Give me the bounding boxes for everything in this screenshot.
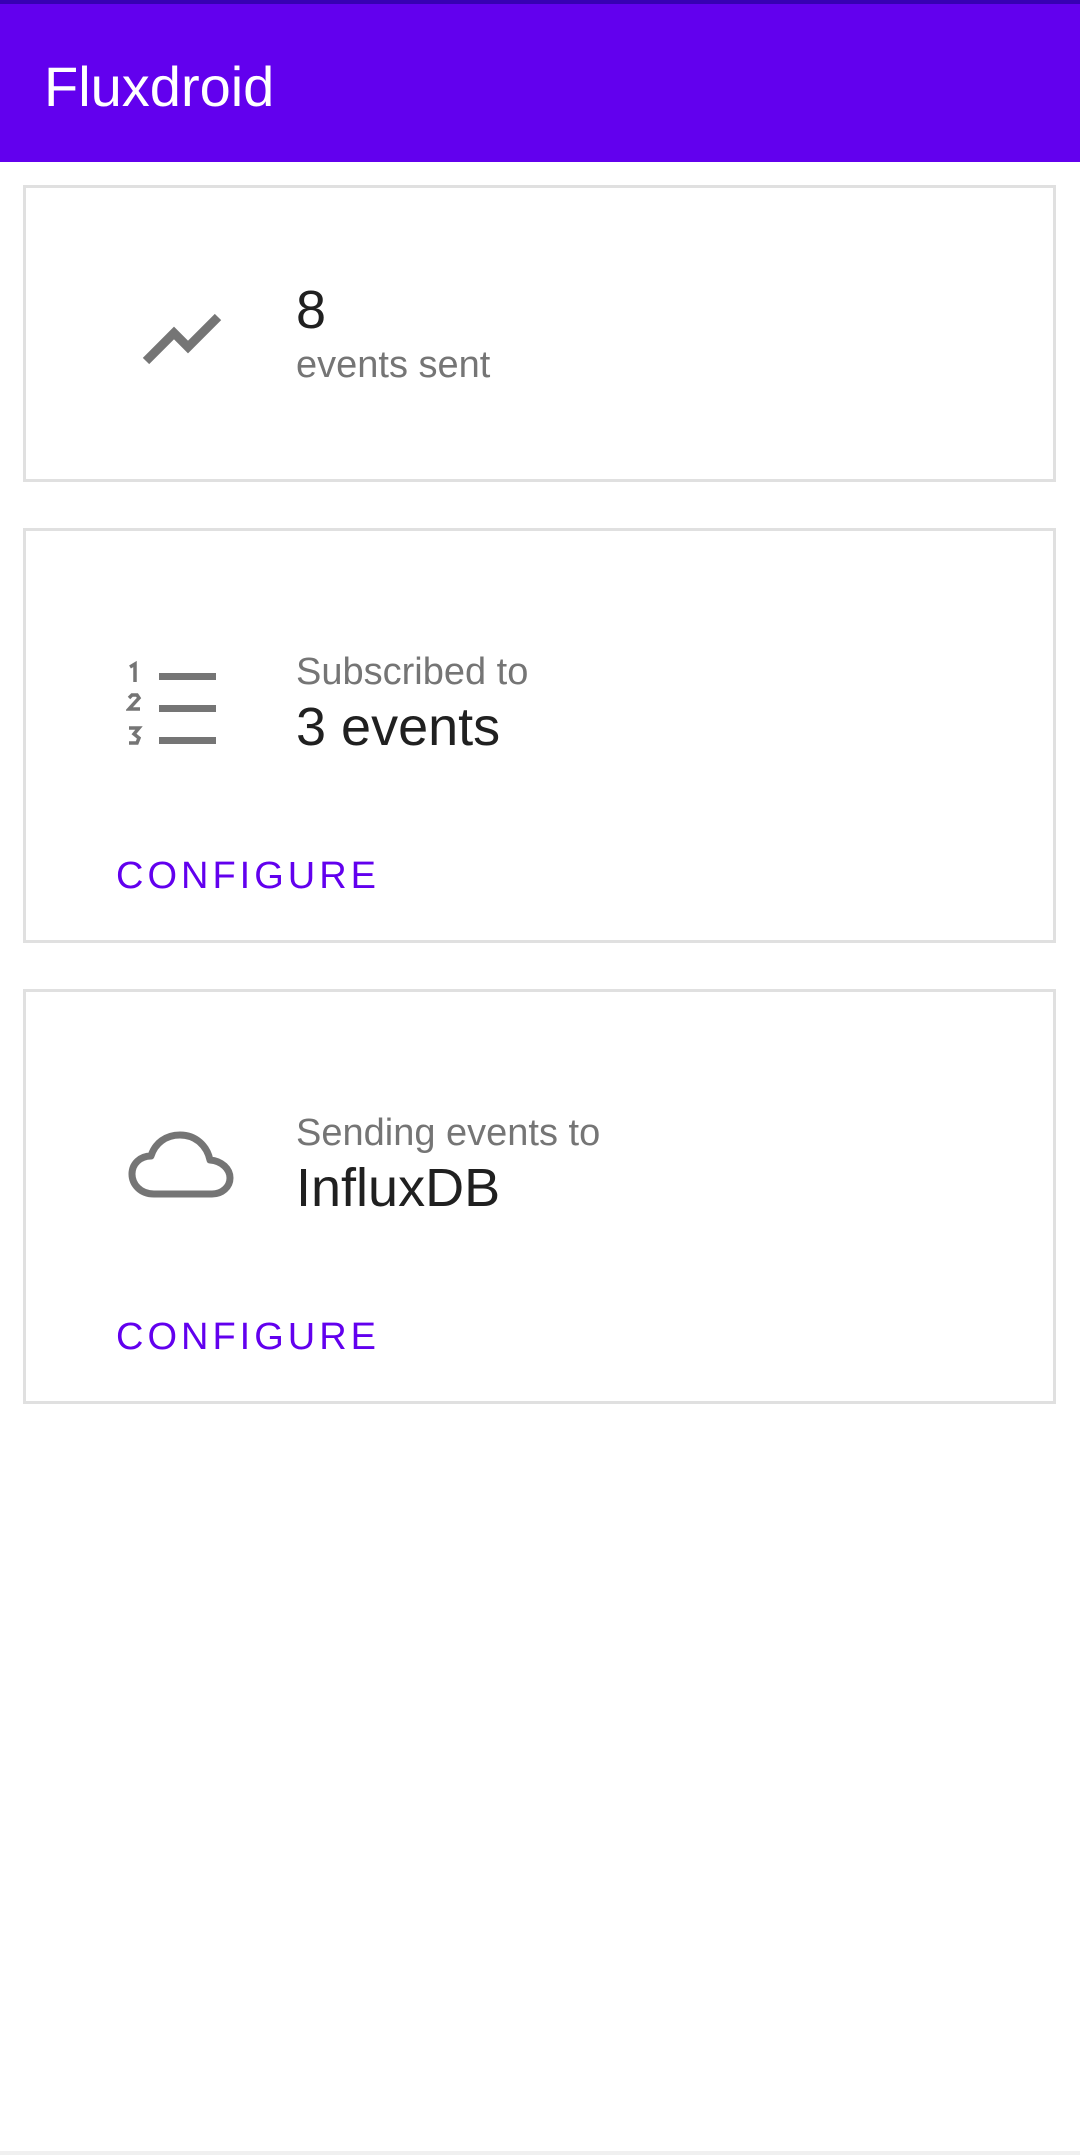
subscribed-caption: Subscribed to [296, 651, 529, 693]
subscriptions-card: Subscribed to 3 events CONFIGURE [23, 528, 1056, 943]
events-sent-count: 8 [296, 280, 327, 340]
subscribed-value: 3 events [296, 697, 501, 757]
configure-destination-button[interactable]: CONFIGURE [116, 1314, 380, 1360]
cloud-icon [126, 1112, 236, 1222]
app-title: Fluxdroid [44, 55, 275, 118]
destination-card: Sending events to InfluxDB CONFIGURE [23, 989, 1056, 1404]
destination-value: InfluxDB [296, 1158, 501, 1218]
configure-subscriptions-button[interactable]: CONFIGURE [116, 853, 380, 899]
sending-caption: Sending events to [296, 1112, 601, 1154]
trending-up-icon [126, 283, 236, 393]
events-sent-card: 8 events sent [23, 185, 1056, 482]
app-bar: Fluxdroid [0, 0, 1080, 162]
events-sent-label: events sent [296, 344, 491, 386]
bottom-divider [0, 2151, 1080, 2155]
numbered-list-icon [126, 654, 236, 764]
